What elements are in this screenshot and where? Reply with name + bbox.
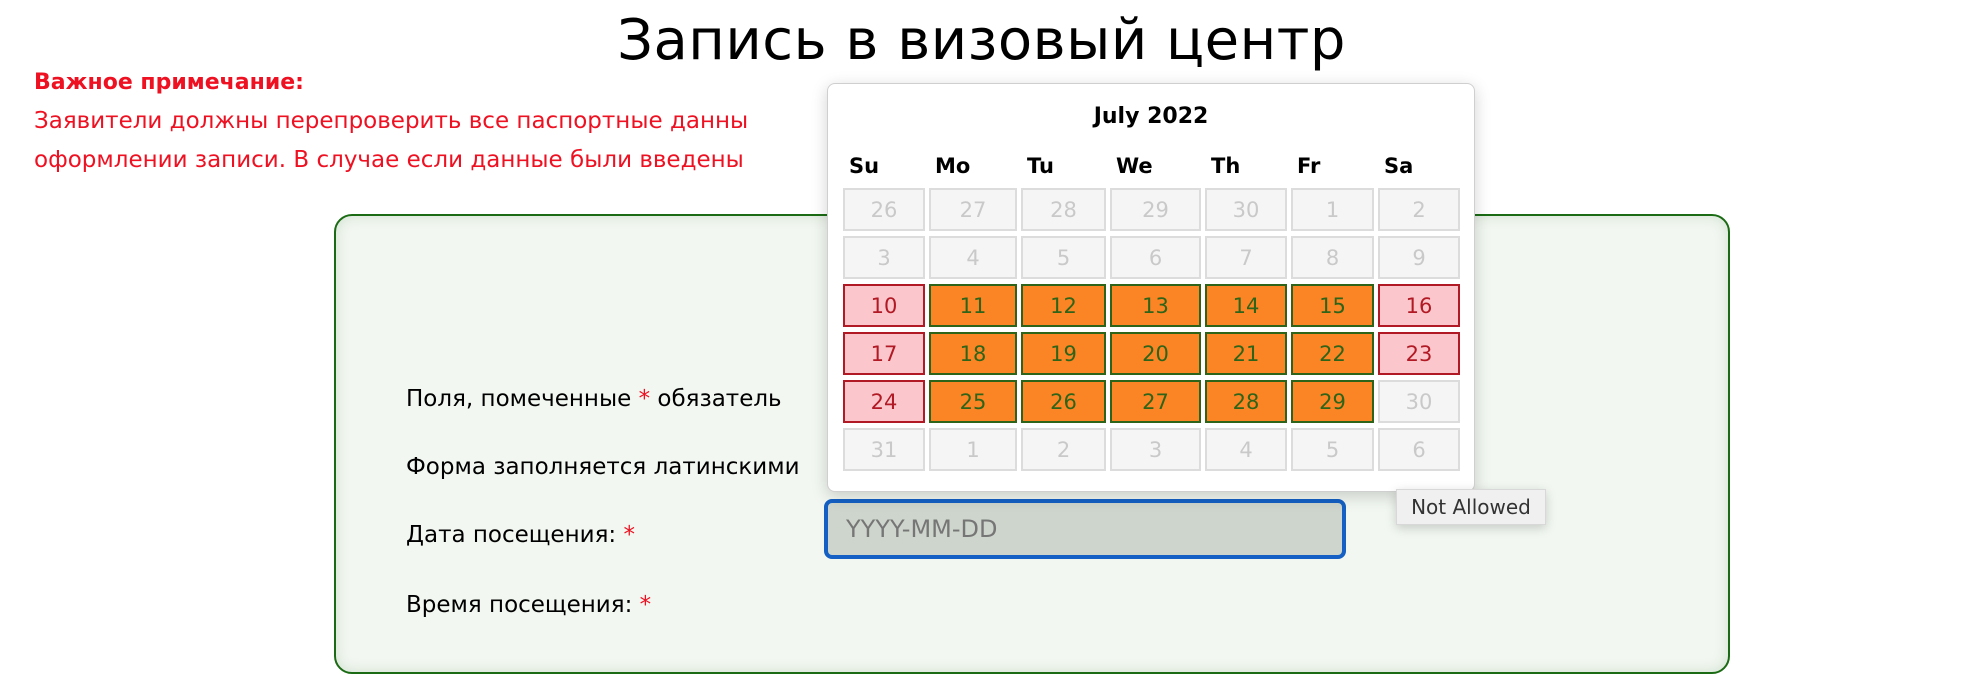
- day-cell-disabled: 26: [843, 188, 925, 231]
- latin-note: Форма заполняется латинскими: [406, 454, 800, 480]
- day-cell-available[interactable]: 12: [1021, 284, 1106, 327]
- day-cell-weekend: 23: [1378, 332, 1460, 375]
- day-cell-disabled: 29: [1110, 188, 1201, 231]
- weekday-header: Su Mo Tu We Th Fr Sa: [843, 146, 1464, 186]
- day-cell-disabled: 3: [843, 236, 925, 279]
- visit-date-label: Дата посещения: *: [406, 522, 635, 548]
- week-row: 17 18 19 20 21 22 23: [843, 332, 1464, 380]
- week-row: 10 11 12 13 14 15 16: [843, 284, 1464, 332]
- required-asterisk: *: [623, 522, 635, 548]
- weekday-sa: Sa: [1384, 154, 1414, 178]
- week-row: 26 27 28 29 30 1 2: [843, 188, 1464, 236]
- weekday-fr: Fr: [1297, 154, 1321, 178]
- tooltip: Not Allowed: [1396, 489, 1546, 525]
- required-fields-note: Поля, помеченные * обязатель: [406, 386, 782, 412]
- day-cell-disabled: 31: [843, 428, 925, 471]
- day-cell-disabled: 5: [1021, 236, 1106, 279]
- visit-time-label: Время посещения: *: [406, 592, 651, 618]
- day-cell-weekend: 24: [843, 380, 925, 423]
- day-cell-disabled: 4: [1205, 428, 1287, 471]
- visit-time-label-text: Время посещения:: [406, 592, 640, 618]
- required-asterisk: *: [639, 592, 652, 618]
- week-row: 3456789: [843, 236, 1464, 284]
- day-cell-disabled: 9: [1378, 236, 1460, 279]
- day-cell-disabled: 7: [1205, 236, 1287, 279]
- day-cell-disabled: 5: [1291, 428, 1374, 471]
- day-cell-available[interactable]: 21: [1205, 332, 1287, 375]
- day-cell-weekend: 17: [843, 332, 925, 375]
- weekday-th: Th: [1211, 154, 1241, 178]
- day-cell-available[interactable]: 11: [929, 284, 1017, 327]
- day-cell-available[interactable]: 22: [1291, 332, 1374, 375]
- datepicker-popup: July 2022 Su Mo Tu We Th Fr Sa 26 27 28 29 30 1 2 3 4 5…: [827, 83, 1475, 492]
- required-note-suffix: обязатель: [650, 386, 782, 412]
- day-cell-disabled: 30: [1205, 188, 1287, 231]
- datepicker-month-label: July 2022: [1093, 104, 1209, 129]
- day-cell-available[interactable]: 18: [929, 332, 1017, 375]
- weekday-tu: Tu: [1027, 154, 1054, 178]
- day-cell-disabled: 4: [929, 236, 1017, 279]
- day-cell-available[interactable]: 28: [1205, 380, 1287, 423]
- day-cells: 26 27 28 29 30 1 2 3 4 5 6 7 8 9 10 11 12 13 14 15 16 17 18 19 2…: [843, 188, 1464, 476]
- day-cell-disabled: 1: [1291, 188, 1374, 231]
- day-cell-available[interactable]: 14: [1205, 284, 1287, 327]
- weekday-we: We: [1116, 154, 1153, 178]
- visit-date-input[interactable]: [824, 499, 1346, 559]
- required-note-prefix: Поля, помеченные: [406, 386, 639, 412]
- day-cell-available[interactable]: 19: [1021, 332, 1106, 375]
- day-cell-available[interactable]: 25: [929, 380, 1017, 423]
- day-cell-available[interactable]: 29: [1291, 380, 1374, 423]
- day-cell-disabled: 2: [1021, 428, 1106, 471]
- week-row: 24 25 26 27 28 29 30: [843, 380, 1464, 428]
- day-cell-available[interactable]: 27: [1110, 380, 1201, 423]
- day-cell-disabled: 8: [1291, 236, 1374, 279]
- day-cell-disabled: 2: [1378, 188, 1460, 231]
- day-cell-disabled: 28: [1021, 188, 1106, 231]
- day-cell-disabled: 30: [1378, 380, 1460, 423]
- day-cell-available[interactable]: 20: [1110, 332, 1201, 375]
- week-row: 31 1 2 3 4 5 6: [843, 428, 1464, 476]
- visit-date-label-text: Дата посещения:: [406, 522, 624, 548]
- page-title: Запись в визовый центр: [617, 7, 1346, 73]
- day-cell-available[interactable]: 15: [1291, 284, 1374, 327]
- weekday-mo: Mo: [935, 154, 971, 178]
- day-cell-disabled: 27: [929, 188, 1017, 231]
- datepicker-grid: Su Mo Tu We Th Fr Sa 26 27 28 29 30 1 2 3 4 5 6 7 8 9 10 11 12…: [843, 146, 1464, 476]
- weekday-su: Su: [849, 154, 880, 178]
- day-cell-weekend: 16: [1378, 284, 1460, 327]
- day-cell-available[interactable]: 13: [1110, 284, 1201, 327]
- required-asterisk: *: [638, 386, 651, 412]
- day-cell-disabled: 6: [1110, 236, 1201, 279]
- day-cell-weekend: 10: [843, 284, 925, 327]
- day-cell-disabled: 3: [1110, 428, 1201, 471]
- day-cell-disabled: 1: [929, 428, 1017, 471]
- day-cell-available[interactable]: 26: [1021, 380, 1106, 423]
- day-cell-disabled: 6: [1378, 428, 1460, 471]
